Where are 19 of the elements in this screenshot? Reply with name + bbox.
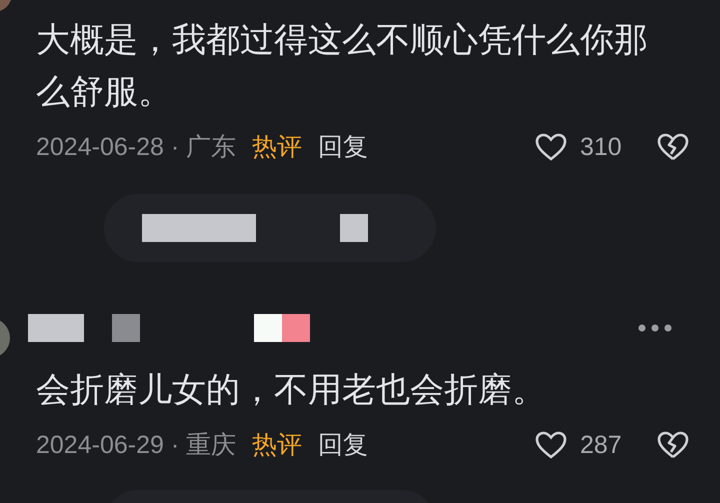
- heart-icon[interactable]: [534, 430, 568, 460]
- comment-date-location: 2024-06-29 · 重庆: [36, 432, 236, 458]
- heart-icon[interactable]: [534, 132, 568, 162]
- comment-text: 会折磨儿女的，不用老也会折磨。: [36, 370, 547, 411]
- comment-date-location: 2024-06-28 · 广东: [36, 134, 236, 160]
- pixelated-badge: [254, 314, 310, 342]
- more-icon[interactable]: [638, 324, 672, 332]
- pixelated-username: [28, 314, 84, 342]
- hot-comment-label: 热评: [252, 432, 302, 458]
- comment-text: 大概是，我都过得这么不顺心凭什么你那么舒服。: [36, 20, 649, 113]
- like-count: 310: [580, 134, 623, 160]
- pixelated-block: [112, 314, 140, 342]
- broken-heart-icon[interactable]: [656, 132, 690, 162]
- like-count: 287: [580, 432, 623, 458]
- pixelated-block: [340, 214, 368, 242]
- reply-button[interactable]: 回复: [318, 432, 368, 458]
- reply-button[interactable]: 回复: [318, 134, 368, 160]
- broken-heart-icon[interactable]: [656, 430, 690, 460]
- hot-comment-label: 热评: [252, 134, 302, 160]
